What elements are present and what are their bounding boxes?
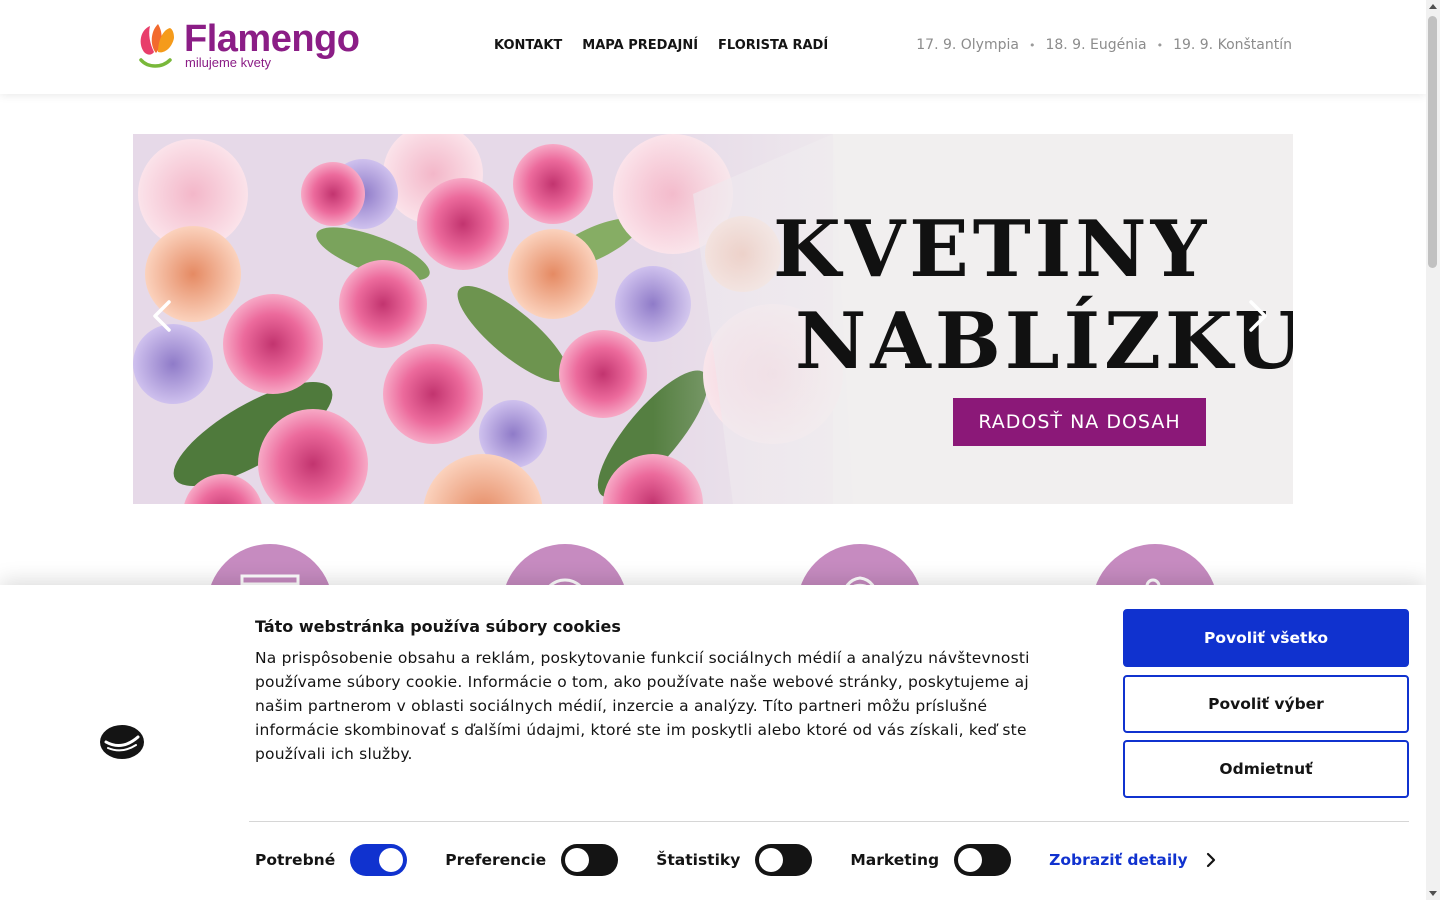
main-nav: KONTAKT MAPA PREDAJNÍ FLORISTA RADÍ (494, 38, 828, 53)
cookiebot-logo-icon (100, 725, 144, 759)
cookie-description: Na prispôsobenie obsahu a reklám, poskyt… (255, 649, 1030, 763)
toggle-knob (958, 848, 983, 872)
namedays: 17. 9. Olympia • 18. 9. Eugénia • 19. 9.… (916, 37, 1292, 53)
toggle-knob (379, 848, 404, 872)
toggle-group-marketing: Marketing (850, 844, 1012, 876)
nameday-separator: • (1156, 38, 1164, 52)
toggle-knob (565, 848, 590, 872)
hero-headline-line1: KVETINY (773, 204, 1211, 295)
show-details-label: Zobraziť detaily (1049, 851, 1188, 869)
cookie-divider (249, 821, 1409, 822)
chevron-right-small-icon (1206, 852, 1215, 868)
toggle-marketing[interactable] (954, 844, 1012, 876)
toggle-group-statistics: Štatistiky (656, 844, 813, 876)
nameday-2: 18. 9. Eugénia (1045, 37, 1147, 53)
hero-cta-button[interactable]: RADOSŤ NA DOSAH (953, 398, 1206, 446)
chevron-left-icon[interactable] (147, 296, 177, 336)
allow-selection-button[interactable]: Povoliť výber (1123, 675, 1409, 733)
hero-slider: KVETINY NABLÍZKU RADOSŤ NA DOSAH (133, 134, 1293, 504)
cookie-consent-banner: Táto webstránka používa súbory cookies N… (0, 585, 1426, 900)
nav-florista-radi[interactable]: FLORISTA RADÍ (718, 38, 828, 53)
toggle-group-necessary: Potrebné (255, 844, 408, 876)
scroll-down-arrow-icon[interactable] (1429, 891, 1437, 896)
chevron-right-icon[interactable] (1243, 296, 1273, 336)
toggle-label-necessary: Potrebné (255, 851, 336, 869)
tulip-logo-icon (139, 24, 174, 68)
toggle-group-preferences: Preferencie (445, 844, 619, 876)
site-logo[interactable]: Flamengo milujeme kvety (136, 18, 376, 72)
toggle-preferences[interactable] (561, 844, 619, 876)
scroll-thumb[interactable] (1428, 16, 1437, 268)
toggle-statistics[interactable] (755, 844, 813, 876)
toggle-label-preferences: Preferencie (445, 851, 547, 869)
nav-kontakt[interactable]: KONTAKT (494, 38, 562, 53)
hero-headline-line2: NABLÍZKU (795, 296, 1293, 387)
cookie-toggles: Potrebné Preferencie Štatistiky Marketin… (255, 844, 1216, 876)
toggle-label-statistics: Štatistiky (656, 851, 741, 869)
cookie-title: Táto webstránka používa súbory cookies (255, 617, 621, 636)
deny-button[interactable]: Odmietnuť (1123, 740, 1409, 798)
hero-headline: KVETINY NABLÍZKU (773, 204, 1293, 388)
allow-all-button[interactable]: Povoliť všetko (1123, 609, 1409, 667)
toggle-label-marketing: Marketing (850, 851, 940, 869)
nameday-separator: • (1028, 38, 1036, 52)
site-header: Flamengo milujeme kvety KONTAKT MAPA PRE… (0, 0, 1426, 94)
page-scrollbar[interactable] (1426, 0, 1440, 900)
show-details-link[interactable]: Zobraziť detaily (1049, 851, 1215, 869)
scroll-up-arrow-icon[interactable] (1429, 4, 1437, 9)
toggle-necessary[interactable] (350, 844, 408, 876)
logo-tagline: milujeme kvety (185, 55, 271, 70)
nav-mapa-predajni[interactable]: MAPA PREDAJNÍ (582, 38, 698, 53)
nameday-1: 17. 9. Olympia (916, 37, 1019, 53)
nameday-3: 19. 9. Konštantín (1173, 37, 1292, 53)
toggle-knob (759, 848, 784, 872)
